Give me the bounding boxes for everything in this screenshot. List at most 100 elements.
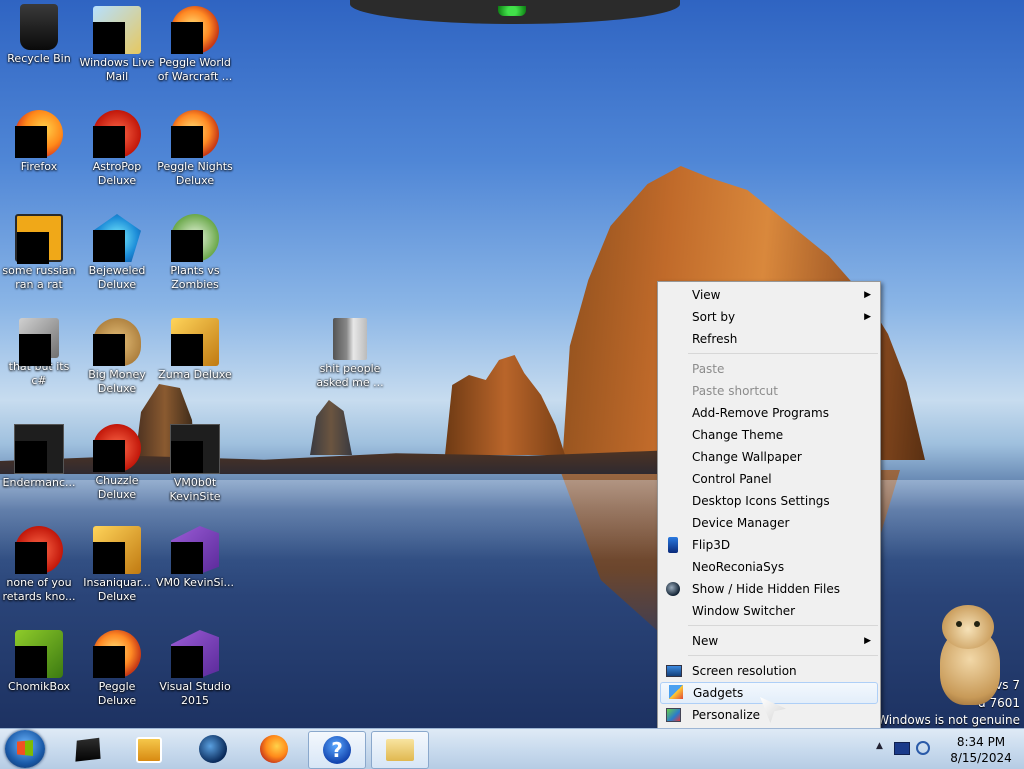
desktop-icon-recycle-bin[interactable]: Recycle Bin: [0, 4, 78, 66]
desktop-icon-windows-live-mail[interactable]: Windows Live Mail: [78, 6, 156, 84]
taskbar-item-help[interactable]: ?: [308, 731, 366, 769]
menu-item-label: New: [692, 634, 719, 648]
menu-item-view[interactable]: View ▶: [658, 284, 880, 306]
desktop-icon-peggle-wow[interactable]: Peggle World of Warcraft ...: [156, 6, 234, 84]
redaction-box: [17, 232, 49, 264]
redaction-box: [93, 542, 125, 574]
network-icon[interactable]: [916, 741, 930, 755]
hamster-head: [942, 605, 994, 649]
menu-item-flip3d[interactable]: Flip3D: [658, 534, 880, 556]
desktop-icon-label: VM0b0t KevinSite: [169, 476, 221, 503]
taskbar: ? ▲ 8:34 PM 8/15/2024: [0, 728, 1024, 769]
taskbar-item-app-black[interactable]: [60, 731, 116, 767]
watermark-line-3: of Windows is not genuine: [861, 713, 1020, 727]
desktop-icon-bejeweled[interactable]: Bejeweled Deluxe: [78, 214, 156, 292]
taskbar-item-browser[interactable]: [185, 731, 241, 767]
menu-item-refresh[interactable]: Refresh: [658, 328, 880, 350]
peggle-deluxe-icon: [93, 630, 141, 678]
system-tray: ▲ 8:34 PM 8/15/2024: [864, 729, 1024, 769]
desktop-icon-visual-studio[interactable]: Visual Studio 2015: [156, 630, 234, 708]
taskbar-item-explorer[interactable]: [371, 731, 429, 769]
windows-logo-icon: [17, 740, 33, 756]
desktop-icon-zuma[interactable]: Zuma Deluxe: [156, 318, 234, 382]
recycle-bin-icon: [20, 4, 58, 50]
clock[interactable]: 8:34 PM 8/15/2024: [944, 734, 1018, 766]
menu-item-control-panel[interactable]: Control Panel: [658, 468, 880, 490]
folder-explorer-icon: [386, 739, 414, 761]
menu-item-sort-by[interactable]: Sort by ▶: [658, 306, 880, 328]
desktop-icon-chuzzle[interactable]: Chuzzle Deluxe: [78, 424, 156, 502]
menu-item-neoreconiasys[interactable]: NeoReconiaSys: [658, 556, 880, 578]
action-center-icon[interactable]: [894, 742, 910, 755]
menu-item-label: Personalize: [692, 708, 761, 722]
menu-item-change-theme[interactable]: Change Theme: [658, 424, 880, 446]
submenu-arrow-icon: ▶: [864, 290, 871, 300]
red-ball-icon: [15, 526, 63, 574]
desktop-icon-csharp[interactable]: that but its c#: [0, 318, 78, 388]
chomikbox-icon: [15, 630, 63, 678]
menu-item-change-wallpaper[interactable]: Change Wallpaper: [658, 446, 880, 468]
desktop-icon-chomikbox[interactable]: ChomikBox: [0, 630, 78, 694]
desktop-icon-label: Peggle World of Warcraft ...: [157, 56, 233, 83]
fish-icon: [93, 526, 141, 574]
globe-icon: [666, 582, 680, 596]
plant-icon: [171, 214, 219, 262]
desktop-context-menu: View ▶ Sort by ▶ Refresh Paste Paste sho…: [657, 281, 881, 729]
desktop-icon-folder[interactable]: shit people asked me ...: [311, 318, 389, 390]
menu-item-device-manager[interactable]: Device Manager: [658, 512, 880, 534]
menu-item-label: Show / Hide Hidden Files: [692, 582, 840, 596]
desktop-icon-label: Plants vs Zombies: [170, 264, 220, 291]
menu-item-gadgets[interactable]: Gadgets: [660, 682, 878, 704]
menu-item-label: Flip3D: [692, 538, 731, 552]
menu-item-screen-resolution[interactable]: Screen resolution: [658, 660, 880, 682]
wallpaper-sea-stack: [445, 355, 565, 455]
desktop-icon-big-money[interactable]: Big Money Deluxe: [78, 318, 156, 396]
start-button[interactable]: [5, 730, 45, 768]
personalize-icon: [666, 708, 681, 722]
desktop-icon-label: Peggle Nights Deluxe: [157, 160, 233, 187]
menu-item-new[interactable]: New ▶: [658, 630, 880, 652]
menu-item-label: View: [692, 288, 721, 302]
show-hidden-icons-button[interactable]: ▲: [876, 741, 883, 751]
menu-item-show-hide-hidden-files[interactable]: Show / Hide Hidden Files: [658, 578, 880, 600]
desktop-icon-label: VM0 KevinSi...: [156, 576, 234, 589]
redaction-box: [93, 440, 125, 472]
redaction-box: [93, 230, 125, 262]
desktop-icon-label: ChomikBox: [8, 680, 70, 693]
desktop-icon-vm0-kevinsite[interactable]: VM0 KevinSi...: [156, 526, 234, 590]
desktop-icon-label: Peggle Deluxe: [97, 680, 137, 707]
desktop-icon-plants-vs-zombies[interactable]: Plants vs Zombies: [156, 214, 234, 292]
menu-item-label: Sort by: [692, 310, 736, 324]
menu-item-label: Change Theme: [692, 428, 784, 442]
desktop-icon-vm0b0t[interactable]: VM0b0t KevinSite: [156, 424, 234, 504]
menu-item-add-remove-programs[interactable]: Add-Remove Programs: [658, 402, 880, 424]
desktop-icon-peggle-nights[interactable]: Peggle Nights Deluxe: [156, 110, 234, 188]
menu-separator: [688, 353, 878, 354]
desktop-icon-peggle-deluxe[interactable]: Peggle Deluxe: [78, 630, 156, 708]
desktop-icon-rat[interactable]: some russian ran a rat: [0, 214, 78, 292]
desktop-icon-endermanch[interactable]: Endermanc...: [0, 424, 78, 490]
desktop-icon-astropop[interactable]: AstroPop Deluxe: [78, 110, 156, 188]
desktop-icon-firefox[interactable]: Firefox: [0, 110, 78, 174]
desktop-icon-label: Windows Live Mail: [79, 56, 155, 83]
peggle-nights-icon: [171, 110, 219, 158]
submenu-arrow-icon: ▶: [864, 312, 871, 322]
desktop-icon-label: some russian ran a rat: [2, 264, 76, 291]
desktop-icon-none-of-you[interactable]: none of you retards kno...: [0, 526, 78, 604]
taskbar-item-firefox[interactable]: [246, 731, 302, 767]
desktop-icon-insaniquarium[interactable]: Insaniquar... Deluxe: [78, 526, 156, 604]
help-icon: ?: [323, 736, 351, 764]
desktop-icon-label: Endermanc...: [2, 476, 76, 489]
redaction-box: [171, 441, 203, 473]
ie-icon: [15, 214, 63, 264]
taskbar-item-media-player[interactable]: [120, 731, 176, 767]
menu-item-window-switcher[interactable]: Window Switcher: [658, 600, 880, 622]
hamster-desktop-pet[interactable]: [930, 605, 1008, 705]
chuzzle-icon: [93, 424, 141, 472]
menu-item-desktop-icons-settings[interactable]: Desktop Icons Settings: [658, 490, 880, 512]
flip3d-icon: [668, 537, 678, 553]
redaction-box: [15, 542, 47, 574]
menu-separator: [688, 625, 878, 626]
clock-date: 8/15/2024: [950, 751, 1012, 765]
menu-item-label: Control Panel: [692, 472, 772, 486]
